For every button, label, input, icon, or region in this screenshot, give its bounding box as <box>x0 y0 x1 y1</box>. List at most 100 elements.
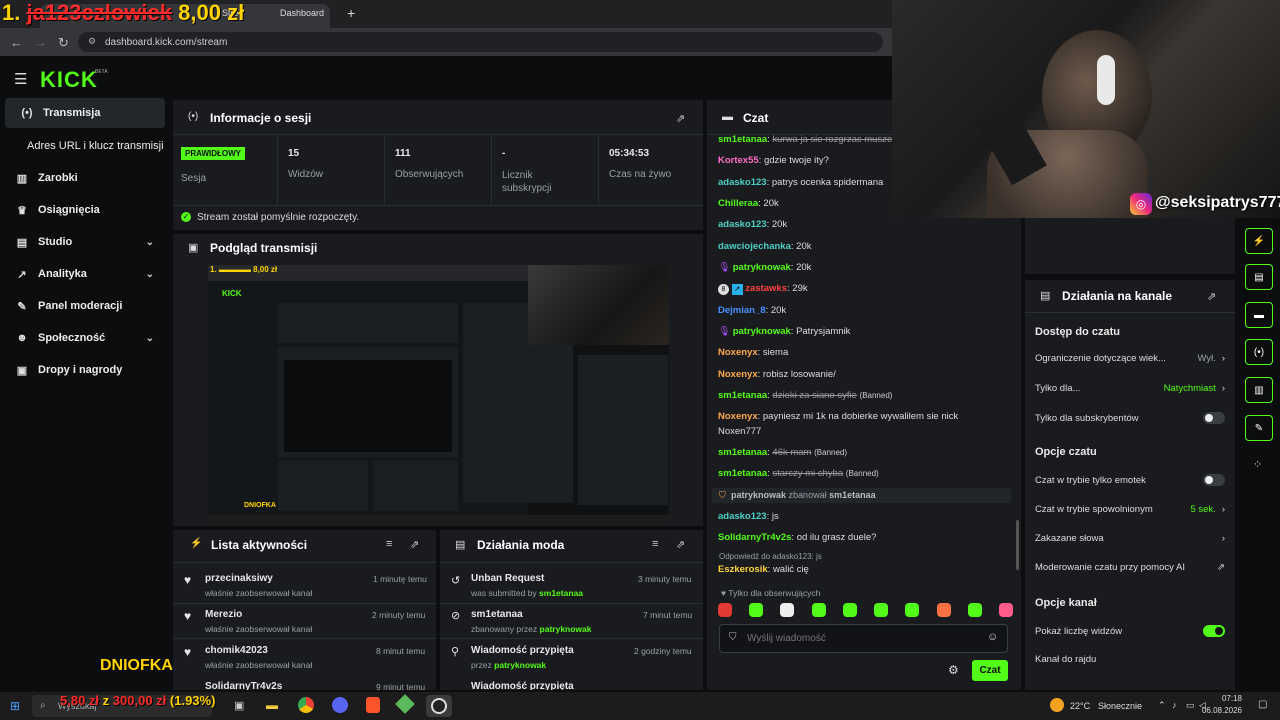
emote-icon[interactable] <box>936 603 951 617</box>
sidebar-item-osiagniecia[interactable]: ♛ Osiągnięcia <box>0 195 168 225</box>
emote-icon[interactable] <box>998 603 1013 617</box>
filter-icon[interactable]: ≡ <box>386 538 392 550</box>
chat-username[interactable]: adasko123 <box>718 219 767 230</box>
sidebar-item-analityka[interactable]: ↗ Analityka ⌄ <box>0 259 168 289</box>
popout-icon[interactable]: ⇗ <box>1207 290 1216 303</box>
sidebar-item-panel-moderacji[interactable]: ✎ Panel moderacji <box>0 291 168 321</box>
mod-action-user[interactable]: patryknowak <box>494 660 546 670</box>
network-icon[interactable]: ▭ <box>1186 700 1195 711</box>
chat-username[interactable]: Eszkerosik <box>718 564 768 575</box>
popout-icon[interactable]: ⇗ <box>676 538 685 551</box>
reply-indicator: Odpowiedź do adasko123: js <box>719 552 822 561</box>
chat-username[interactable]: Noxenyx <box>718 369 758 380</box>
emote-icon[interactable] <box>718 603 732 617</box>
activity-time: 9 minut temu <box>376 682 426 690</box>
chat-message-input[interactable] <box>747 629 967 647</box>
chat-username[interactable]: sm1etanaa <box>718 447 767 458</box>
chat-username[interactable]: Noxenyx <box>718 411 758 422</box>
sidebar-item-transmisja[interactable]: (•) Transmisja <box>5 98 165 128</box>
chat-username[interactable]: Dejmian_8 <box>718 305 766 316</box>
sidebar-item-zarobki[interactable]: ▥ Zarobki <box>0 163 168 193</box>
windows-start-icon[interactable]: ⊞ <box>10 699 20 713</box>
chat-username[interactable]: adasko123 <box>718 177 767 188</box>
age-restriction-row[interactable]: Ograniczenie dotyczące wiek... Wył. › <box>1035 353 1225 364</box>
emoji-icon[interactable]: ☺ <box>987 631 998 643</box>
emote-icon[interactable] <box>905 603 920 617</box>
apps-icon[interactable]: ⁘ <box>1253 458 1262 471</box>
forward-icon[interactable]: → <box>34 35 47 50</box>
mod-action-user[interactable]: patryknowak <box>540 624 592 634</box>
chat-username[interactable]: sm1etanaa <box>718 468 767 479</box>
external-link-icon: ⇗ <box>1217 562 1225 573</box>
chat-username[interactable]: Kortex55 <box>718 155 759 166</box>
subs-only-toggle[interactable] <box>1203 412 1225 424</box>
banned-words-row[interactable]: Zakazane słowa › <box>1035 533 1225 544</box>
subs-only-row: Tylko dla subskrybentów <box>1035 412 1225 424</box>
ai-moderation-row[interactable]: Moderowanie czatu przy pomocy AI ⇗ <box>1035 562 1225 573</box>
popout-icon[interactable]: ⇗ <box>676 112 685 125</box>
activity-name: chomik42023 <box>205 645 268 656</box>
emote-icon[interactable] <box>874 603 889 617</box>
followers-value: 111 <box>395 148 411 159</box>
discord-icon[interactable] <box>332 697 348 713</box>
chat-username[interactable]: sm1etanaa <box>718 390 767 401</box>
followers-only-row[interactable]: Tylko dla... Natychmiast › <box>1035 383 1225 394</box>
site-info-icon[interactable]: ⚙ <box>88 36 96 47</box>
chat-username[interactable]: SolidarnyTr4v2s <box>718 532 791 543</box>
filter-icon[interactable]: ≡ <box>652 538 658 550</box>
brave-icon[interactable] <box>366 697 380 713</box>
settings-icon[interactable]: ⚙ <box>948 663 959 677</box>
mod-action-row-partial: Wiadomość przypięta <box>440 675 703 690</box>
wrench-icon[interactable]: ✎ <box>1245 415 1273 441</box>
chat-username[interactable]: patryknowak <box>733 326 791 337</box>
sidebar-item-dropy[interactable]: ▣ Dropy i nagrody <box>0 355 168 385</box>
channel-icon: ▤ <box>1040 290 1051 302</box>
sidebar-item-spolecznosc[interactable]: ☻ Społeczność ⌄ <box>0 323 168 353</box>
microphone-icon[interactable]: ♪ <box>1172 700 1177 710</box>
file-explorer-icon[interactable]: ▬ <box>266 698 278 712</box>
popout-icon[interactable]: ⇗ <box>410 538 419 551</box>
chat-username[interactable]: adasko123 <box>718 511 767 522</box>
raid-channel-row[interactable]: Kanał do rajdu <box>1035 654 1225 665</box>
menu-icon[interactable]: ☰ <box>14 70 27 88</box>
chat-username[interactable]: patryknowak <box>733 262 791 273</box>
followers-only-notice: ♥ Tylko dla obserwujących <box>721 588 821 598</box>
emote-icon[interactable] <box>811 603 826 617</box>
chat-username[interactable]: Chilleraa <box>718 198 758 209</box>
chat-username[interactable]: sm1etanaa <box>718 134 767 145</box>
broadcast-icon[interactable]: (•) <box>1245 339 1273 365</box>
back-icon[interactable]: ← <box>10 35 23 50</box>
viewers-label: Widzów <box>288 169 324 180</box>
kick-logo[interactable]: KICK <box>40 67 98 93</box>
emote-icon[interactable] <box>842 603 857 617</box>
chat-scrollbar[interactable] <box>1016 520 1019 570</box>
mod-shield-icon[interactable]: ⛉ <box>729 632 737 643</box>
document-icon: ▤ <box>455 539 466 551</box>
tray-chevron-icon[interactable]: ⌃ <box>1158 700 1166 711</box>
chat-username[interactable]: Noxenyx <box>718 347 758 358</box>
document-icon[interactable]: ▤ <box>1245 264 1273 290</box>
stream-preview-video[interactable]: 1. ▬▬▬▬ 8,00 zł KICK DNIOFKA <box>208 265 669 524</box>
chevron-right-icon: › <box>1221 504 1225 515</box>
lightning-icon[interactable]: ⚡ <box>1245 228 1273 254</box>
send-chat-button[interactable]: Czat <box>972 660 1008 681</box>
emote-icon[interactable] <box>780 603 795 617</box>
emote-icon[interactable] <box>967 603 982 617</box>
sidebar-item-stream-key[interactable]: Adres URL i klucz transmisji <box>0 131 168 161</box>
chrome-icon[interactable] <box>298 697 314 713</box>
emote-icon[interactable] <box>749 603 764 617</box>
chat-username[interactable]: dawciojechanka <box>718 241 791 252</box>
new-tab-icon[interactable]: + <box>347 5 355 21</box>
chat-icon[interactable]: ▬ <box>1245 302 1273 328</box>
slow-mode-row[interactable]: Czat w trybie spowolnionym 5 sek. › <box>1035 504 1225 515</box>
mod-action-user[interactable]: sm1etanaa <box>539 588 583 598</box>
reload-icon[interactable]: ↻ <box>58 35 69 51</box>
layout-icon[interactable]: ▥ <box>1245 377 1273 403</box>
show-viewers-toggle[interactable] <box>1203 625 1225 637</box>
sidebar-item-studio[interactable]: ▤ Studio ⌄ <box>0 227 168 257</box>
emote-only-toggle[interactable] <box>1203 474 1225 486</box>
task-view-icon[interactable]: ▣ <box>234 699 244 712</box>
chat-username[interactable]: zastawks <box>745 283 787 294</box>
notifications-icon[interactable]: ▢ <box>1258 699 1267 710</box>
activity-desc: właśnie zaobserwował kanał <box>205 660 313 670</box>
